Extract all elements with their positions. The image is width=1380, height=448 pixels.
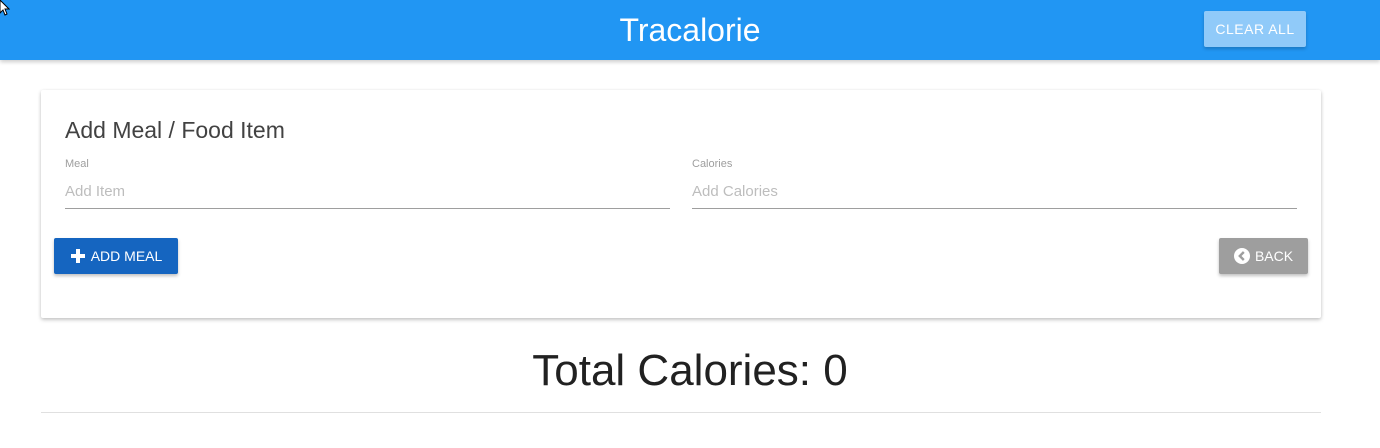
brand-title[interactable]: Tracalorie bbox=[0, 0, 1380, 60]
add-meal-label: ADD MEAL bbox=[90, 248, 163, 264]
calories-label: Calories bbox=[692, 158, 733, 170]
meal-input[interactable] bbox=[65, 175, 670, 209]
add-meal-button[interactable]: ADD MEAL bbox=[54, 238, 178, 274]
card-title: Add Meal / Food Item bbox=[65, 117, 285, 143]
divider bbox=[41, 412, 1321, 413]
back-label: BACK bbox=[1254, 248, 1294, 264]
mouse-cursor-icon bbox=[0, 0, 10, 16]
calories-input[interactable] bbox=[692, 175, 1297, 209]
back-button[interactable]: BACK bbox=[1219, 238, 1308, 274]
plus-icon bbox=[70, 248, 86, 264]
add-meal-card: Add Meal / Food Item Meal Calories ADD M… bbox=[41, 90, 1321, 318]
total-calories: Total Calories: 0 bbox=[532, 346, 848, 395]
clear-all-button[interactable]: CLEAR ALL bbox=[1204, 11, 1306, 47]
navbar: Tracalorie CLEAR ALL bbox=[0, 0, 1380, 60]
meal-label: Meal bbox=[65, 158, 89, 170]
chevron-left-circle-icon bbox=[1233, 248, 1250, 264]
